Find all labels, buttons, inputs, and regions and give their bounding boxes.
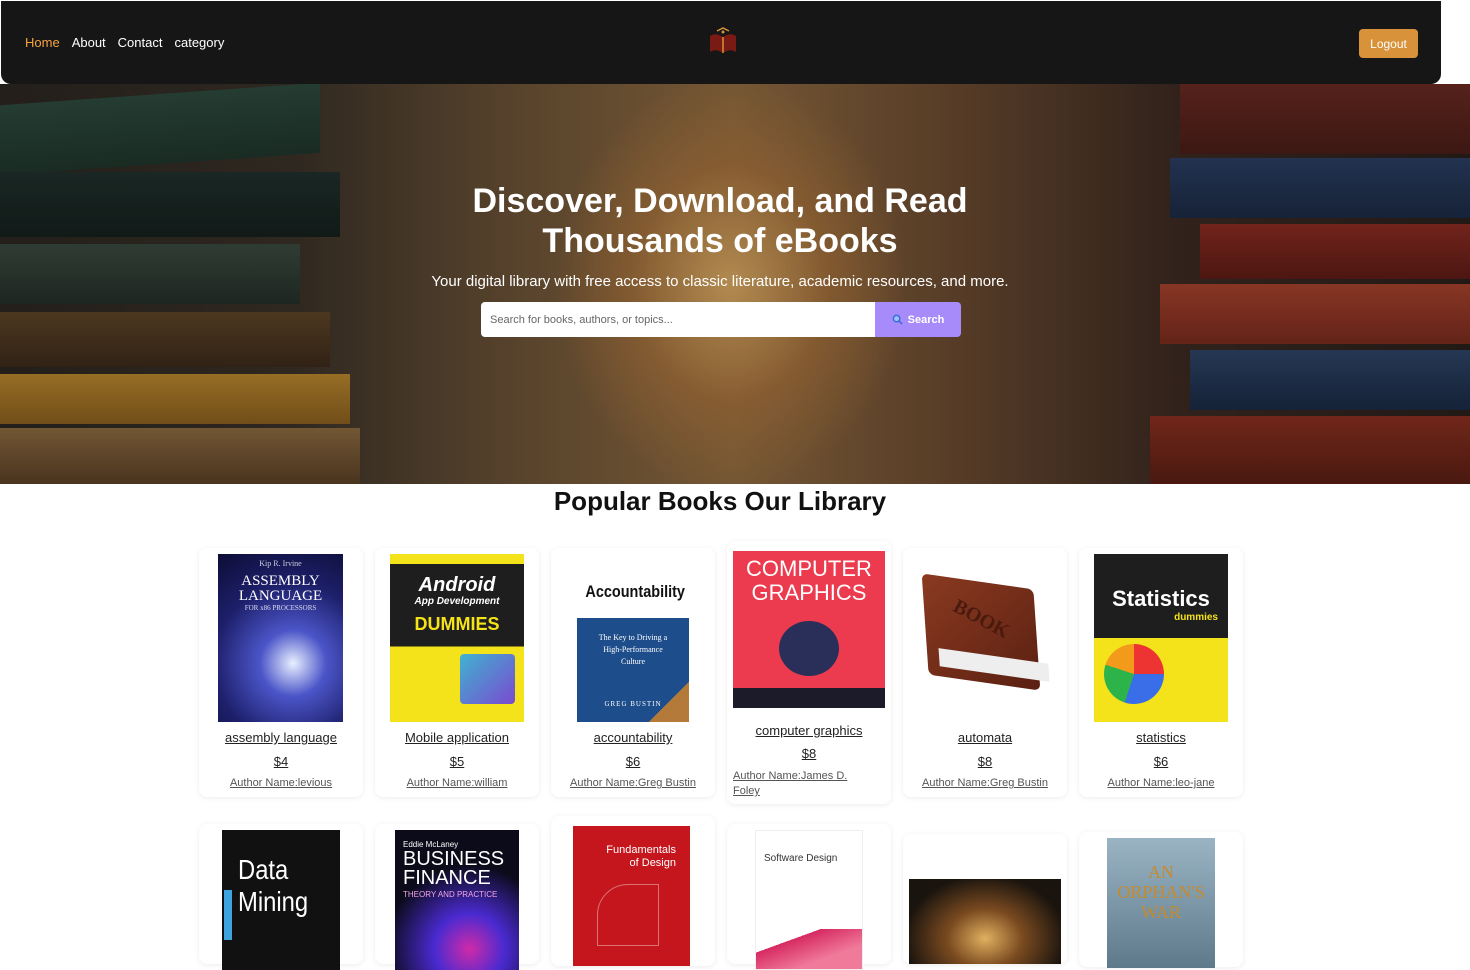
book-cover[interactable]: Android App Development DUMMIES <box>390 554 524 722</box>
cover-brand: DUMMIES <box>414 614 500 634</box>
book-card[interactable]: Statistics dummies statistics $6 Author … <box>1079 548 1243 797</box>
book-cover[interactable]: Fundamentals of Design <box>573 826 690 966</box>
section-title: Popular Books Our Library <box>553 486 887 516</box>
book-cover[interactable] <box>909 879 1061 964</box>
nav-links: Home About Contact category <box>25 35 224 50</box>
nav-about[interactable]: About <box>72 35 106 50</box>
search-button[interactable]: Search <box>875 302 961 337</box>
cover-title: ASSEMBLY LANGUAGE <box>238 573 323 604</box>
search-input[interactable] <box>481 302 875 337</box>
book-title[interactable]: accountability <box>551 730 715 745</box>
cover-brand: dummies <box>1174 612 1218 623</box>
hero-subtitle: Your digital library with free access to… <box>431 273 1009 290</box>
cover-subtitle: FOR x86 PROCESSORS <box>244 604 317 612</box>
book-price: $6 <box>625 754 641 769</box>
cover-subtitle: App Development <box>414 596 500 607</box>
logout-button[interactable]: Logout <box>1359 29 1418 58</box>
cover-title: Software Design <box>764 853 838 864</box>
book-card[interactable]: Data Mining <box>199 824 363 970</box>
hero-title-line2: Thousands of eBooks <box>542 222 898 260</box>
book-price: $6 <box>1153 754 1169 769</box>
book-price: $8 <box>977 754 993 769</box>
book-card[interactable]: AN ORPHAN'S WAR <box>1079 832 1243 968</box>
nav-category[interactable]: category <box>174 35 224 50</box>
nav-home[interactable]: Home <box>25 35 60 50</box>
book-card[interactable]: Eddie McLaney BUSINESS FINANCE THEORY AN… <box>375 824 539 970</box>
book-card[interactable]: Fundamentals of Design <box>551 816 715 966</box>
cover-subtitle: THEORY AND PRACTICE <box>403 890 498 899</box>
book-card[interactable]: COMPUTER GRAPHICS computer graphics $8 A… <box>727 541 891 804</box>
cover-title: BUSINESS FINANCE <box>403 848 505 889</box>
book-cover[interactable]: Data Mining <box>222 830 340 970</box>
book-author[interactable]: Author Name:Greg Bustin <box>903 777 1067 789</box>
book-card[interactable]: BOOK automata $8 Author Name:Greg Bustin <box>903 548 1067 797</box>
book-cover[interactable]: AN ORPHAN'S WAR <box>1107 838 1215 968</box>
book-title[interactable]: computer graphics <box>727 723 891 738</box>
book-author[interactable]: Author Name:James D. Foley <box>733 769 873 799</box>
cover-title: Data Mining <box>238 854 309 917</box>
nav-contact[interactable]: Contact <box>118 35 163 50</box>
book-card[interactable]: Accountability The Key to Driving a High… <box>551 548 715 797</box>
book-cover[interactable]: Eddie McLaney BUSINESS FINANCE THEORY AN… <box>395 830 519 970</box>
book-price: $4 <box>273 754 289 769</box>
book-cover[interactable]: COMPUTER GRAPHICS <box>733 551 885 708</box>
book-price: $5 <box>449 754 465 769</box>
book-title[interactable]: automata <box>903 730 1067 745</box>
search-button-label: Search <box>907 313 945 326</box>
book-cover[interactable]: Software Design <box>755 830 863 970</box>
cover-title: COMPUTER GRAPHICS <box>746 556 872 605</box>
hero-banner: Discover, Download, and Read Thousands o… <box>0 84 1470 484</box>
logo-icon[interactable] <box>707 27 739 57</box>
book-title[interactable]: Mobile application <box>375 730 539 745</box>
book-card[interactable] <box>903 834 1067 964</box>
book-title[interactable]: assembly language <box>199 730 363 745</box>
cover-author: Kip R. Irvine <box>259 559 302 568</box>
book-cover[interactable]: Kip R. Irvine ASSEMBLY LANGUAGE FOR x86 … <box>218 554 343 722</box>
book-cover[interactable]: Statistics dummies <box>1094 554 1228 722</box>
book-card[interactable]: Android App Development DUMMIES Mobile a… <box>375 548 539 797</box>
cover-title: AN ORPHAN'S WAR <box>1117 862 1205 922</box>
book-price: $8 <box>801 746 817 761</box>
book-title[interactable]: statistics <box>1079 730 1243 745</box>
book-card[interactable]: Software Design <box>727 824 891 970</box>
hero-title-line1: Discover, Download, and Read <box>472 182 968 220</box>
book-cover[interactable]: Accountability The Key to Driving a High… <box>577 554 689 722</box>
book-author[interactable]: Author Name:levious <box>199 777 363 789</box>
cover-title: Android <box>418 574 496 596</box>
cover-title: Accountability <box>585 582 685 601</box>
book-author[interactable]: Author Name:Greg Bustin <box>551 777 715 789</box>
navbar: Home About Contact category Logout <box>1 1 1441 84</box>
book-cover[interactable]: BOOK <box>911 568 1061 703</box>
book-author[interactable]: Author Name:leo-jane <box>1079 777 1243 789</box>
hero-title: Discover, Download, and Read Thousands o… <box>0 181 1440 261</box>
cover-title: Statistics <box>1112 586 1210 611</box>
search-icon <box>892 314 903 325</box>
book-author[interactable]: Author Name:william <box>375 777 539 789</box>
cover-subtitle: The Key to Driving a High-Performance Cu… <box>598 633 668 666</box>
cover-title: Fundamentals of Design <box>606 844 676 869</box>
book-card[interactable]: Kip R. Irvine ASSEMBLY LANGUAGE FOR x86 … <box>199 548 363 797</box>
